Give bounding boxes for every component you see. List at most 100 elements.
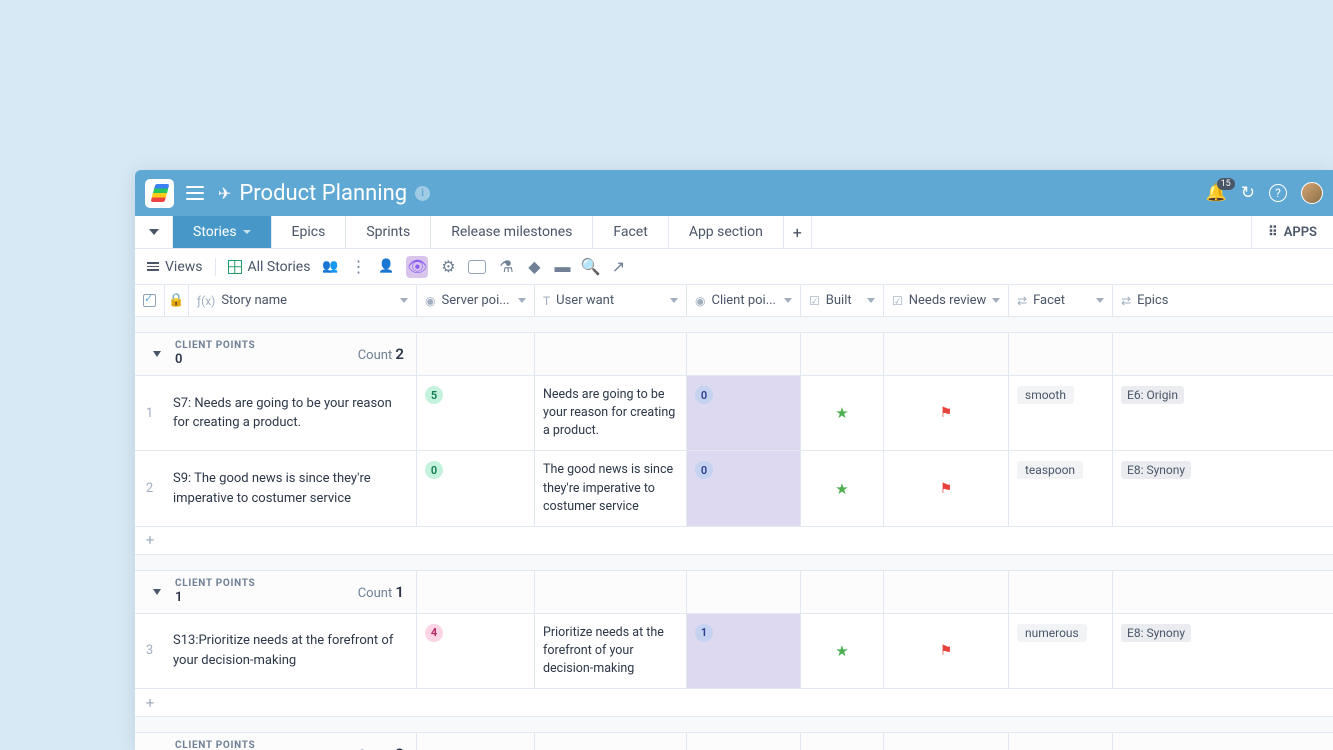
tab-app-section[interactable]: App section bbox=[669, 216, 784, 248]
column-facet[interactable]: ⇄Facet bbox=[1009, 285, 1113, 316]
select-icon: ◉ bbox=[695, 294, 705, 308]
history-icon[interactable]: ↻ bbox=[1241, 183, 1255, 203]
group-toggle[interactable] bbox=[153, 589, 161, 595]
info-icon[interactable]: i bbox=[415, 186, 430, 201]
plus-icon: + bbox=[135, 694, 165, 712]
export-icon[interactable]: ↗ bbox=[610, 259, 626, 275]
people-icon[interactable]: 👥 bbox=[322, 259, 338, 275]
share-people-icon[interactable]: 👤 bbox=[378, 259, 394, 275]
cell-user-want[interactable]: The good news is since they're imperativ… bbox=[535, 451, 687, 525]
flag-icon: ⚑ bbox=[940, 481, 953, 497]
cell-needs-review[interactable]: ⚑ bbox=[884, 614, 1009, 688]
page-title: Product Planning bbox=[239, 181, 407, 206]
cell-facet[interactable]: teaspoon bbox=[1009, 451, 1113, 525]
tab-label: Facet bbox=[613, 224, 647, 240]
tab-label: Release milestones bbox=[451, 224, 572, 240]
menu-icon[interactable] bbox=[186, 186, 204, 200]
cell-story[interactable]: S7: Needs are going to be your reason fo… bbox=[165, 376, 417, 450]
paint-icon[interactable]: ◆ bbox=[526, 259, 542, 275]
column-server-points[interactable]: ◉Server poi... bbox=[417, 285, 535, 316]
tab-stories[interactable]: Stories bbox=[173, 216, 272, 248]
tab-expand-button[interactable] bbox=[135, 216, 173, 248]
table-row[interactable]: 3 S13:Prioritize needs at the forefront … bbox=[135, 614, 1333, 689]
caret-icon bbox=[243, 230, 251, 234]
tab-sprints[interactable]: Sprints bbox=[346, 216, 431, 248]
cell-client-points[interactable]: 0 bbox=[687, 376, 801, 450]
cell-facet[interactable]: smooth bbox=[1009, 376, 1113, 450]
caret-icon[interactable] bbox=[400, 298, 408, 303]
cell-built[interactable]: ★ bbox=[801, 614, 884, 688]
filter-icon[interactable]: ⚗ bbox=[498, 259, 514, 275]
add-tab-button[interactable]: + bbox=[784, 216, 812, 248]
group-count: Count 3 bbox=[358, 745, 404, 750]
cell-facet[interactable]: numerous bbox=[1009, 614, 1113, 688]
row-number: 1 bbox=[135, 376, 165, 450]
cell-user-want[interactable]: Prioritize needs at the forefront of you… bbox=[535, 614, 687, 688]
add-row[interactable]: + bbox=[135, 527, 1333, 555]
sliders-icon[interactable]: ⚙ bbox=[440, 259, 456, 275]
group-label: CLIENT POINTS bbox=[175, 340, 358, 352]
cell-story[interactable]: S9: The good news is since they're imper… bbox=[165, 451, 417, 525]
cell-story[interactable]: S13:Prioritize needs at the forefront of… bbox=[165, 614, 417, 688]
search-icon[interactable]: 🔍 bbox=[582, 259, 598, 275]
apps-button[interactable]: ⠿APPS bbox=[1251, 216, 1333, 248]
views-button[interactable]: Views bbox=[147, 259, 203, 275]
select-all-checkbox[interactable] bbox=[135, 285, 165, 316]
column-story-name[interactable]: ƒ(x)Story name bbox=[189, 285, 417, 316]
cell-user-want[interactable]: Needs are going to be your reason for cr… bbox=[535, 376, 687, 450]
grid-icon bbox=[228, 260, 242, 274]
caret-icon[interactable] bbox=[1096, 298, 1104, 303]
cell-epics[interactable]: E8: Synony bbox=[1113, 614, 1333, 688]
column-needs-review[interactable]: ☑Needs review bbox=[884, 285, 1009, 316]
tab-facet[interactable]: Facet bbox=[593, 216, 668, 248]
cell-built[interactable]: ★ bbox=[801, 451, 884, 525]
user-avatar[interactable] bbox=[1301, 182, 1323, 204]
table-row[interactable]: 2 S9: The good news is since they're imp… bbox=[135, 451, 1333, 526]
row-number: 3 bbox=[135, 614, 165, 688]
caret-icon[interactable] bbox=[518, 298, 526, 303]
row-number: 2 bbox=[135, 451, 165, 525]
caret-icon[interactable] bbox=[670, 298, 678, 303]
group-count: Count 1 bbox=[358, 583, 404, 601]
caret-icon[interactable] bbox=[867, 298, 875, 303]
group-value: 1 bbox=[175, 590, 358, 606]
all-stories-view[interactable]: All Stories bbox=[228, 259, 311, 275]
tab-epics[interactable]: Epics bbox=[272, 216, 347, 248]
column-epics[interactable]: ⇄Epics bbox=[1113, 285, 1333, 316]
column-client-points[interactable]: ◉Client poi... bbox=[687, 285, 801, 316]
more-icon[interactable]: ⋮ bbox=[350, 259, 366, 275]
app-logo[interactable] bbox=[145, 179, 174, 208]
add-row[interactable]: + bbox=[135, 689, 1333, 717]
cell-client-points[interactable]: 0 bbox=[687, 451, 801, 525]
tab-label: Stories bbox=[193, 224, 237, 240]
cell-epics[interactable]: E8: Synony bbox=[1113, 451, 1333, 525]
table-row[interactable]: 1 S7: Needs are going to be your reason … bbox=[135, 376, 1333, 451]
cell-needs-review[interactable]: ⚑ bbox=[884, 451, 1009, 525]
cell-server-points[interactable]: 0 bbox=[417, 451, 535, 525]
help-icon[interactable]: ? bbox=[1269, 184, 1287, 202]
tab-label: App section bbox=[689, 224, 763, 240]
caret-icon[interactable] bbox=[784, 298, 792, 303]
cell-server-points[interactable]: 5 bbox=[417, 376, 535, 450]
app-window: ✈ Product Planning i 🔔 15 ↻ ? Stories Ep… bbox=[135, 170, 1333, 750]
group-toggle[interactable] bbox=[153, 351, 161, 357]
caret-icon[interactable] bbox=[992, 298, 1000, 303]
column-user-want[interactable]: TUser want bbox=[535, 285, 687, 316]
apps-icon: ⠿ bbox=[1268, 225, 1278, 240]
cell-epics[interactable]: E6: Origin bbox=[1113, 376, 1333, 450]
views-label: Views bbox=[165, 259, 203, 275]
cell-client-points[interactable]: 1 bbox=[687, 614, 801, 688]
layout-icon[interactable] bbox=[468, 260, 486, 274]
visibility-icon[interactable]: 👁 bbox=[406, 256, 428, 278]
table-body: CLIENT POINTS 0 Count 2 1 S7: Needs are … bbox=[135, 317, 1333, 750]
column-built[interactable]: ☑Built bbox=[801, 285, 884, 316]
cell-server-points[interactable]: 4 bbox=[417, 614, 535, 688]
formula-icon: ƒ(x) bbox=[197, 294, 215, 308]
lock-column: 🔒 bbox=[165, 285, 189, 316]
tab-release[interactable]: Release milestones bbox=[431, 216, 593, 248]
cell-built[interactable]: ★ bbox=[801, 376, 884, 450]
notifications-button[interactable]: 🔔 15 bbox=[1206, 183, 1227, 203]
cell-needs-review[interactable]: ⚑ bbox=[884, 376, 1009, 450]
row-height-icon[interactable]: ▬ bbox=[554, 259, 570, 275]
group-header: CLIENT POINTS 0 Count 2 bbox=[135, 332, 1333, 376]
